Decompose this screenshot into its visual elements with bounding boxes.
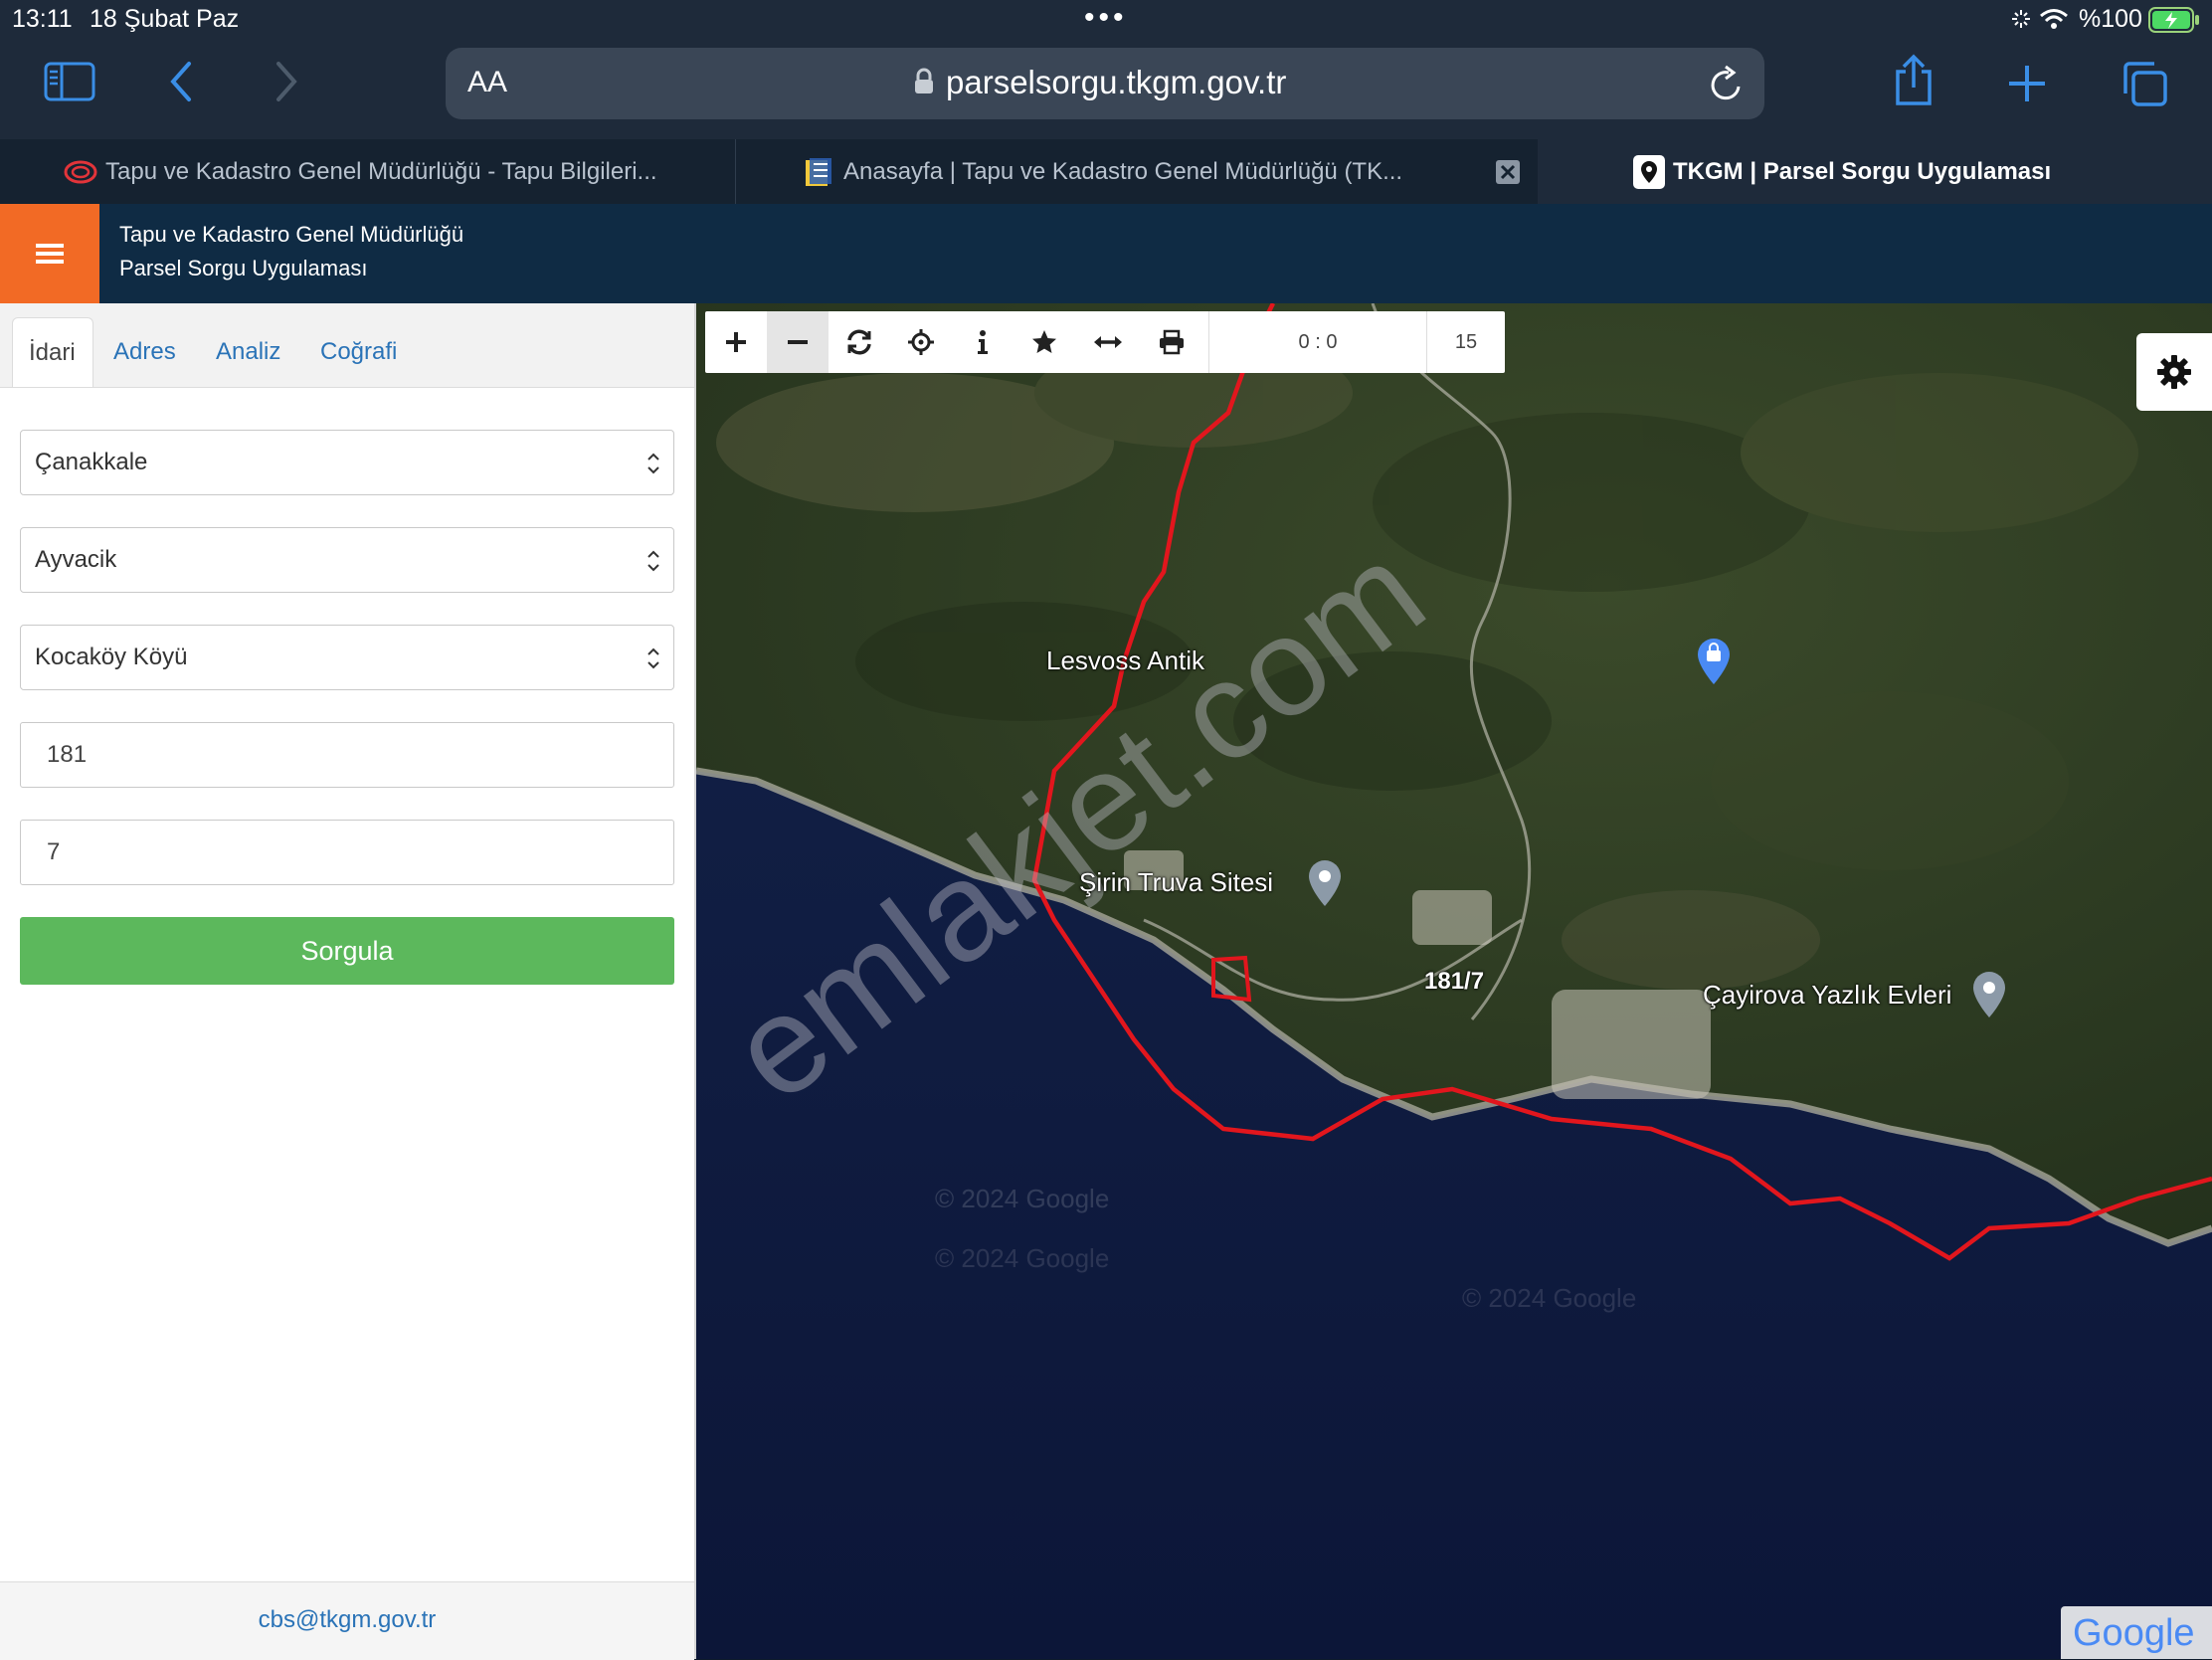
battery-icon bbox=[2148, 7, 2199, 33]
hamburger-icon bbox=[36, 244, 64, 264]
status-date: 18 Şubat Paz bbox=[90, 5, 240, 33]
map-pin-favicon-icon bbox=[1633, 155, 1665, 189]
print-button[interactable] bbox=[1141, 311, 1202, 373]
app-title-line2: Parsel Sorgu Uygulaması bbox=[119, 256, 368, 280]
sidebar-icon[interactable] bbox=[44, 62, 95, 101]
plus-icon bbox=[726, 332, 746, 352]
browser-tab-1[interactable]: Tapu ve Kadastro Genel Müdürlüğü - Tapu … bbox=[0, 139, 736, 204]
favorite-button[interactable] bbox=[1014, 311, 1075, 373]
settings-button[interactable] bbox=[2136, 333, 2212, 411]
reload-icon[interactable] bbox=[1709, 65, 1745, 102]
forward-icon[interactable] bbox=[273, 60, 300, 103]
locate-button[interactable] bbox=[890, 311, 952, 373]
measure-arrows-icon bbox=[1094, 336, 1122, 348]
browser-tab-1-title: Tapu ve Kadastro Genel Müdürlüğü - Tapu … bbox=[105, 157, 657, 185]
back-icon[interactable] bbox=[167, 60, 195, 103]
tab-cografi[interactable]: Coğrafi bbox=[304, 317, 413, 387]
place-label-lesvoss: Lesvoss Antik bbox=[1046, 646, 1204, 675]
query-tabs: İdari Adres Analiz Coğrafi bbox=[0, 303, 694, 388]
browser-tab-2[interactable]: Anasayfa | Tapu ve Kadastro Genel Müdürl… bbox=[738, 139, 1474, 204]
info-icon bbox=[978, 330, 988, 354]
tab-idari[interactable]: İdari bbox=[12, 317, 93, 387]
map-toolbar: 0 : 0 15 bbox=[705, 311, 1505, 373]
tab-adres[interactable]: Adres bbox=[97, 317, 192, 387]
satellite-map[interactable]: emlakjet.com © 2024 Google © 2024 Google… bbox=[696, 303, 2212, 1659]
share-icon[interactable] bbox=[1892, 54, 1936, 107]
browser-toolbar: AA parselsorgu.tkgm.gov.tr bbox=[0, 40, 2212, 139]
select-chevron-icon bbox=[647, 647, 659, 669]
address-bar[interactable]: AA parselsorgu.tkgm.gov.tr bbox=[446, 48, 1764, 119]
place-label-sirin-truva: Şirin Truva Sitesi bbox=[1079, 867, 1274, 897]
measure-button[interactable] bbox=[1075, 311, 1141, 373]
tapu-favicon-icon bbox=[64, 160, 97, 184]
browser-tab-3-active[interactable]: TKGM | Parsel Sorgu Uygulaması bbox=[1538, 139, 2212, 204]
place-label-cayirova: Çayirova Yazlık Evleri bbox=[1703, 980, 1952, 1010]
wifi-icon bbox=[2040, 9, 2068, 29]
place-pin-icon[interactable] bbox=[1970, 970, 2008, 1019]
map-copyright-3: © 2024 Google bbox=[1462, 1283, 1637, 1313]
status-time: 13:11 bbox=[12, 5, 73, 33]
google-logo: Google bbox=[2061, 1606, 2212, 1659]
browser-tab-3-title: TKGM | Parsel Sorgu Uygulaması bbox=[1673, 157, 2052, 185]
select-chevron-icon bbox=[647, 453, 659, 474]
app-header: Tapu ve Kadastro Genel Müdürlüğü Parsel … bbox=[0, 204, 2212, 303]
contact-email-link[interactable]: cbs@tkgm.gov.tr bbox=[0, 1606, 694, 1634]
ilce-select[interactable]: Ayvacik bbox=[20, 527, 674, 593]
mahalle-select[interactable]: Kocaköy Köyü bbox=[20, 625, 674, 690]
minus-icon bbox=[788, 340, 808, 344]
battery-percent: %100 bbox=[2079, 5, 2142, 33]
zoom-level: 15 bbox=[1454, 330, 1478, 353]
tkgm-favicon-icon bbox=[806, 158, 831, 186]
tabs-overview-icon[interactable] bbox=[2120, 60, 2168, 107]
status-bar: 13:11 18 Şubat Paz ••• %100 bbox=[0, 0, 2212, 40]
il-select[interactable]: Çanakkale bbox=[20, 430, 674, 495]
multitask-dots-icon[interactable]: ••• bbox=[1084, 3, 1128, 33]
menu-button[interactable] bbox=[0, 204, 99, 303]
text-size-button[interactable]: AA bbox=[467, 66, 507, 99]
coordinate-readout: 0 : 0 bbox=[1298, 330, 1338, 353]
crosshair-icon bbox=[908, 329, 934, 355]
mahalle-select-value: Kocaköy Köyü bbox=[35, 644, 188, 670]
tab-analiz[interactable]: Analiz bbox=[200, 317, 296, 387]
refresh-button[interactable] bbox=[829, 311, 890, 373]
ada-input[interactable] bbox=[20, 722, 674, 788]
sorgula-button[interactable]: Sorgula bbox=[20, 917, 674, 985]
map-copyright-2: © 2024 Google bbox=[935, 1243, 1110, 1273]
lock-icon bbox=[915, 68, 933, 93]
zoom-out-button[interactable] bbox=[767, 311, 829, 373]
map-copyright-1: © 2024 Google bbox=[935, 1184, 1110, 1213]
shopping-pin-icon[interactable] bbox=[1695, 637, 1733, 686]
select-chevron-icon bbox=[647, 550, 659, 572]
url-text[interactable]: parselsorgu.tkgm.gov.tr bbox=[946, 64, 1286, 101]
refresh-icon bbox=[847, 329, 871, 355]
browser-tab-2-title: Anasayfa | Tapu ve Kadastro Genel Müdürl… bbox=[843, 157, 1403, 185]
parsel-input[interactable] bbox=[20, 820, 674, 885]
close-tab-icon[interactable] bbox=[1496, 160, 1520, 184]
activity-spinner-icon bbox=[2012, 10, 2030, 28]
star-icon bbox=[1032, 330, 1056, 353]
gear-icon bbox=[2157, 355, 2191, 389]
app-title-line1: Tapu ve Kadastro Genel Müdürlüğü bbox=[119, 222, 464, 247]
new-tab-icon[interactable] bbox=[2007, 64, 2047, 103]
place-pin-icon[interactable] bbox=[1306, 858, 1344, 908]
ilce-select-value: Ayvacik bbox=[35, 546, 117, 573]
print-icon bbox=[1160, 329, 1184, 355]
browser-tab-strip: Tapu ve Kadastro Genel Müdürlüğü - Tapu … bbox=[0, 139, 2212, 204]
info-button[interactable] bbox=[952, 311, 1014, 373]
google-logo-text: Google bbox=[2073, 1612, 2195, 1654]
panel-footer: cbs@tkgm.gov.tr bbox=[0, 1581, 694, 1660]
zoom-in-button[interactable] bbox=[705, 311, 767, 373]
parcel-label: 181/7 bbox=[1424, 968, 1485, 995]
il-select-value: Çanakkale bbox=[35, 449, 148, 475]
